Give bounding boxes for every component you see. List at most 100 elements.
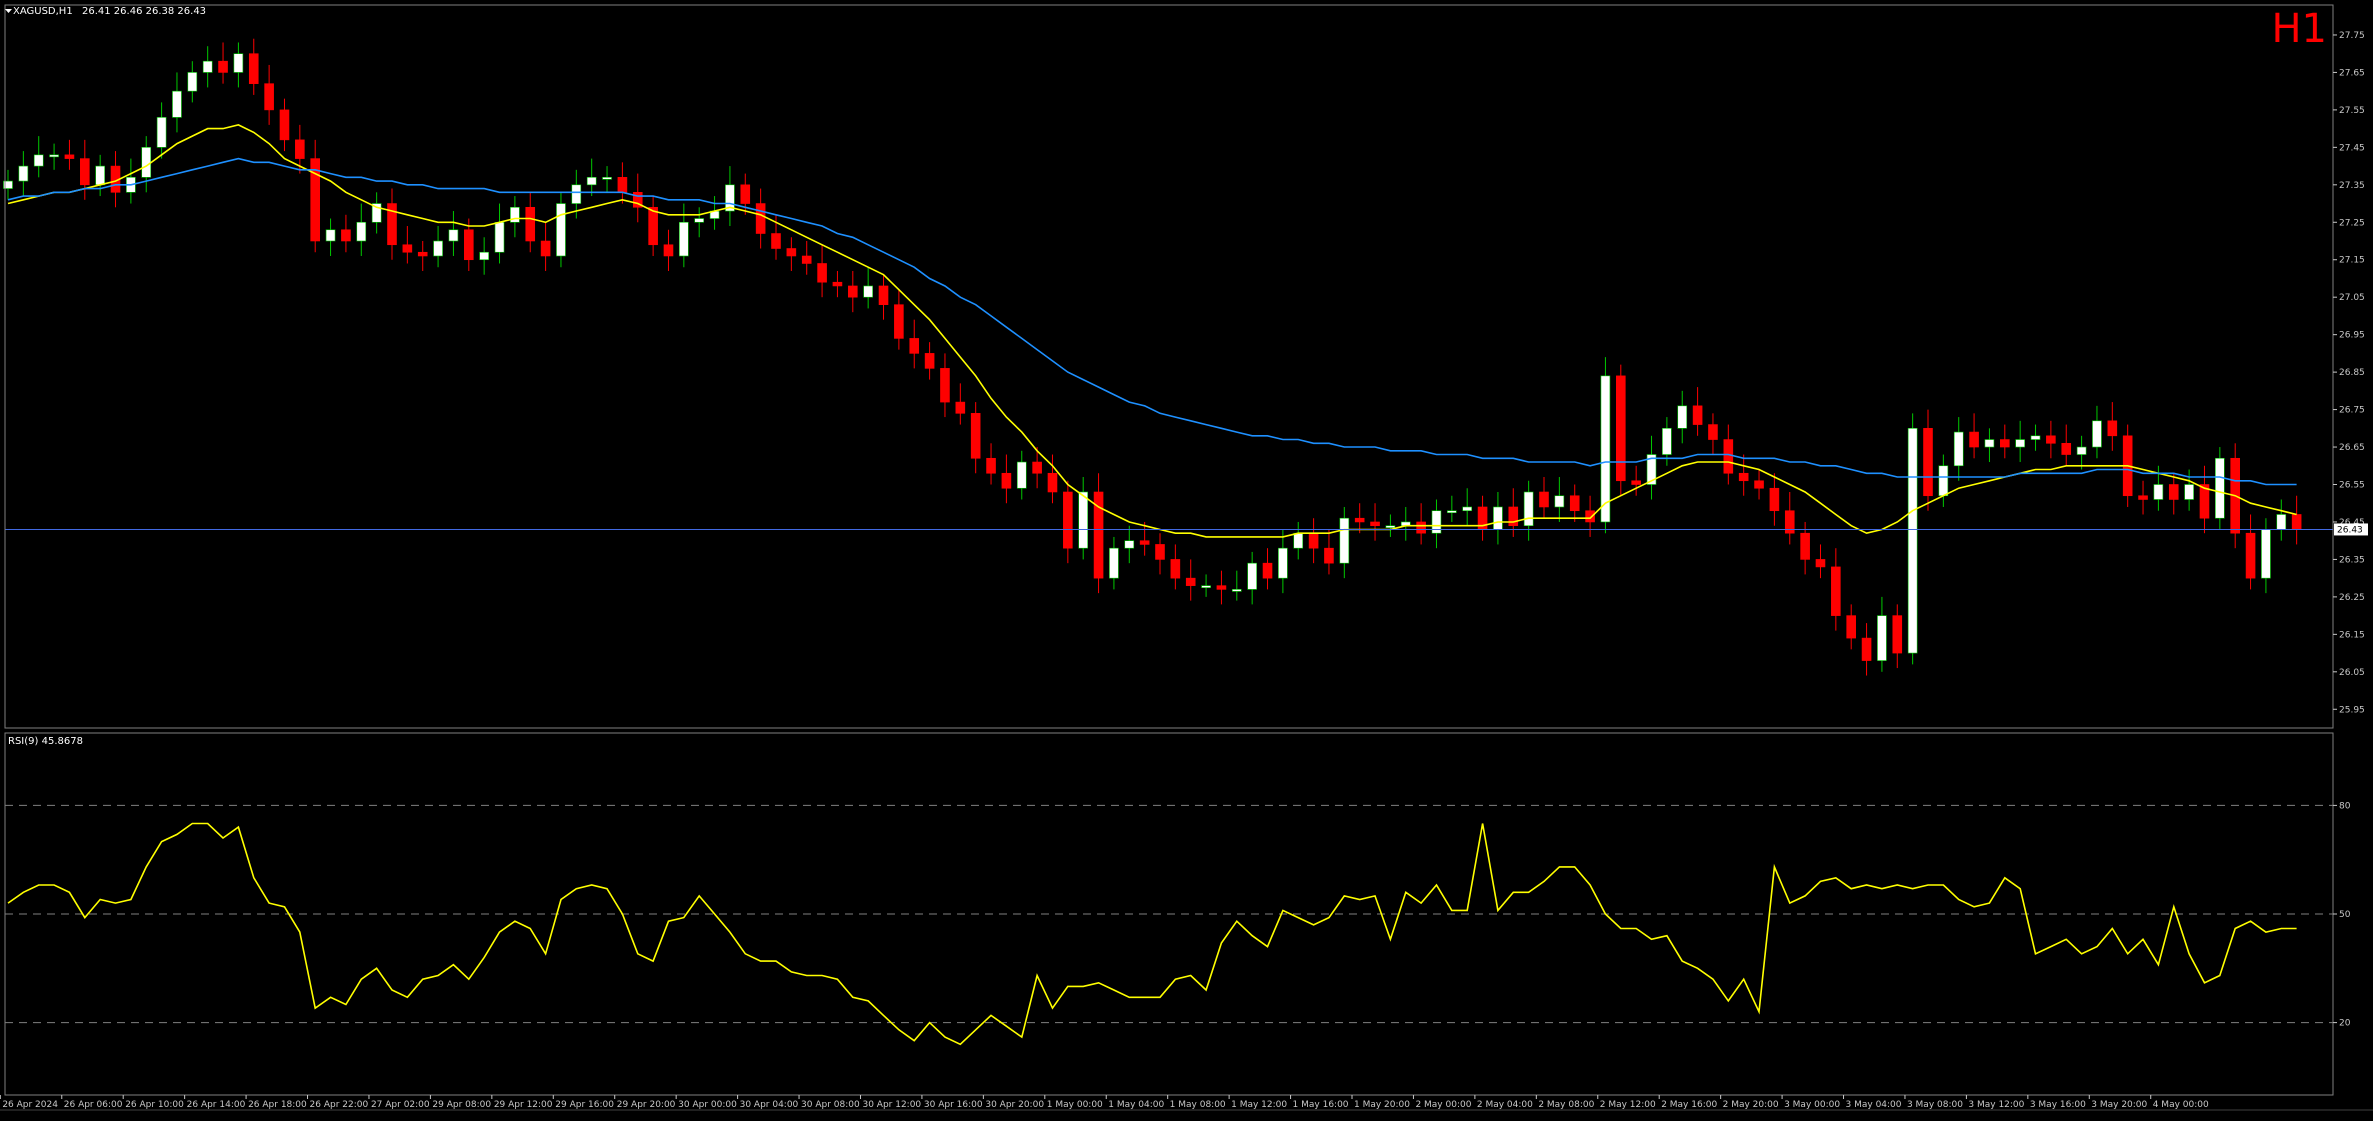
bear-candle: [847, 285, 858, 298]
time-tick-label: 3 May 20:00: [2091, 1100, 2147, 1110]
bear-candle: [755, 203, 766, 234]
price-tick-label: 27.55: [2339, 106, 2365, 116]
bear-candle: [1569, 495, 1580, 512]
time-tick-label: 1 May 04:00: [1108, 1100, 1164, 1110]
bull-candle: [2076, 446, 2087, 455]
bull-candle: [1278, 547, 1288, 579]
bear-candle: [663, 244, 674, 257]
time-tick-label: 2 May 04:00: [1477, 1100, 1533, 1110]
bear-candle: [1324, 547, 1334, 564]
time-tick-label: 3 May 00:00: [1784, 1100, 1840, 1110]
bear-candle: [1508, 506, 1519, 527]
chart-window[interactable]: 27.75 27.65 27.55 27.45 27.35 27.25 27.15 27.05…: [0, 0, 2373, 1117]
bear-candle: [295, 139, 305, 159]
bear-candle: [2245, 532, 2256, 579]
bear-candle: [1861, 637, 1872, 661]
time-tick-label: 30 Apr 00:00: [678, 1100, 737, 1110]
bull-candle: [1953, 431, 1964, 467]
bear-candle: [986, 457, 996, 474]
rsi-tick-label: 50: [2339, 910, 2351, 920]
price-tick-label: 27.25: [2339, 218, 2365, 228]
timeframe-label: H1: [2271, 6, 2327, 52]
bear-candle: [1539, 491, 1549, 508]
bull-candle: [1124, 540, 1135, 549]
bear-candle: [1416, 521, 1426, 534]
bull-candle: [233, 53, 244, 73]
price-tick-label: 27.75: [2339, 31, 2365, 41]
bear-candle: [801, 255, 812, 264]
bear-candle: [1032, 461, 1042, 474]
time-tick-label: 30 Apr 04:00: [740, 1100, 799, 1110]
bull-candle: [202, 60, 213, 73]
bear-candle: [1262, 562, 1273, 579]
bull-candle: [1232, 589, 1242, 592]
bear-candle: [1969, 431, 1979, 448]
bear-candle: [1616, 375, 1626, 482]
time-tick-label: 26 Apr 10:00: [125, 1100, 184, 1110]
bear-candle: [1155, 544, 1165, 560]
bear-candle: [1815, 559, 1826, 568]
bull-candle: [1247, 562, 1257, 590]
chart-background: [0, 0, 2373, 1117]
bull-candle: [1907, 428, 1918, 654]
bear-candle: [894, 304, 904, 339]
time-tick-label: 30 Apr 12:00: [862, 1100, 921, 1110]
bear-candle: [970, 413, 981, 459]
bull-candle: [556, 203, 566, 257]
bull-candle: [2184, 484, 2194, 500]
bear-candle: [1708, 424, 1718, 440]
bear-candle: [1892, 615, 1903, 654]
bull-candle: [863, 285, 873, 298]
bear-candle: [617, 177, 628, 193]
bear-candle: [2168, 484, 2179, 500]
bull-candle: [1078, 491, 1088, 549]
bear-candle: [1047, 472, 1058, 493]
time-tick-label: 2 May 08:00: [1538, 1100, 1594, 1110]
ohlc-readout: 26.41 26.46 26.38 26.43: [82, 6, 206, 17]
time-tick-label: 1 May 00:00: [1047, 1100, 1103, 1110]
bear-candle: [1001, 472, 1012, 489]
bull-candle: [1493, 506, 1503, 530]
bear-candle: [463, 229, 474, 261]
time-tick-label: 2 May 20:00: [1723, 1100, 1779, 1110]
bear-candle: [218, 60, 228, 73]
bull-candle: [2276, 514, 2287, 530]
time-tick-label: 26 Apr 18:00: [248, 1100, 307, 1110]
bear-candle: [1846, 615, 1856, 639]
time-tick-label: 30 Apr 20:00: [985, 1100, 1044, 1110]
bull-candle: [1385, 525, 1396, 529]
bear-candle: [1769, 487, 1780, 512]
bear-candle: [1308, 532, 1319, 549]
price-tick-label: 26.65: [2339, 443, 2365, 453]
time-tick-label: 3 May 12:00: [1968, 1100, 2024, 1110]
bull-candle: [172, 90, 182, 118]
bear-candle: [1754, 480, 1764, 489]
bear-candle: [1692, 405, 1703, 425]
bull-candle: [1201, 585, 1211, 588]
time-tick-label: 1 May 16:00: [1293, 1100, 1349, 1110]
time-tick-label: 3 May 16:00: [2030, 1100, 2086, 1110]
bull-candle: [479, 251, 489, 261]
rsi-tick-label: 20: [2339, 1019, 2351, 1029]
bull-candle: [1600, 375, 1611, 523]
bear-candle: [940, 368, 950, 403]
bear-candle: [740, 184, 751, 204]
price-tick-label: 26.15: [2339, 630, 2365, 640]
bear-candle: [80, 158, 90, 186]
chart-svg[interactable]: 27.75 27.65 27.55 27.45 27.35 27.25 27.15 27.05…: [0, 0, 2373, 1117]
bull-candle: [2030, 435, 2041, 440]
bull-candle: [571, 184, 582, 204]
bear-candle: [1631, 480, 1641, 485]
bull-candle: [1016, 461, 1027, 489]
bear-candle: [771, 233, 781, 249]
time-tick-label: 4 May 00:00: [2153, 1100, 2209, 1110]
time-tick-label: 1 May 20:00: [1354, 1100, 1410, 1110]
bear-candle: [1185, 577, 1196, 586]
bear-candle: [2046, 435, 2056, 444]
price-tick-label: 26.35: [2339, 555, 2365, 565]
bear-candle: [2107, 420, 2118, 437]
time-tick-label: 29 Apr 20:00: [617, 1100, 676, 1110]
bull-candle: [433, 240, 443, 257]
price-tick-label: 27.45: [2339, 143, 2365, 153]
bull-candle: [156, 117, 167, 148]
